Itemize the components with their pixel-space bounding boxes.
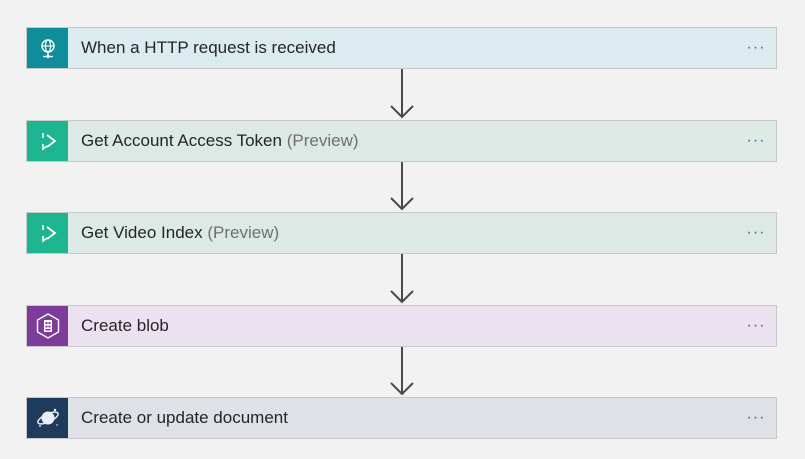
http-request-globe-icon: [40, 39, 55, 59]
step-card-get-video-index[interactable]: Get Video Index (Preview) ···: [26, 212, 777, 254]
step-icon-tile: [27, 398, 68, 438]
preview-tag: (Preview): [207, 223, 280, 242]
step-title: When a HTTP request is received: [81, 38, 336, 57]
step-icon-tile: [27, 28, 68, 68]
step-icon-tile: [27, 121, 68, 161]
step-title: Get Video Index (Preview): [81, 223, 280, 242]
step-icon-tile: [27, 306, 68, 346]
step-title: Get Account Access Token (Preview): [81, 131, 359, 150]
video-indexer-play-icon: [41, 133, 56, 151]
cosmos-db-planet-icon: [36, 408, 59, 427]
more-options-button[interactable]: ···: [736, 28, 776, 68]
step-card-get-account-access-token[interactable]: Get Account Access Token (Preview) ···: [26, 120, 777, 162]
more-options-button[interactable]: ···: [736, 306, 776, 346]
flow-connector-arrow: [390, 69, 414, 119]
more-options-button[interactable]: ···: [736, 398, 776, 438]
step-icon-tile: [27, 213, 68, 253]
video-indexer-play-icon: [41, 225, 56, 243]
flow-connector-arrow: [390, 254, 414, 304]
blob-storage-hexagon-icon: [36, 313, 59, 339]
step-title: Create or update document: [81, 408, 288, 427]
step-title: Create blob: [81, 316, 169, 335]
step-card-http-trigger[interactable]: When a HTTP request is received ···: [26, 27, 777, 69]
more-options-button[interactable]: ···: [736, 121, 776, 161]
flow-connector-arrow: [390, 347, 414, 396]
more-options-button[interactable]: ···: [736, 213, 776, 253]
flow-connector-arrow: [390, 162, 414, 211]
step-card-create-blob[interactable]: Create blob ···: [26, 305, 777, 347]
step-card-create-or-update-document[interactable]: Create or update document ···: [26, 397, 777, 439]
preview-tag: (Preview): [286, 131, 359, 150]
